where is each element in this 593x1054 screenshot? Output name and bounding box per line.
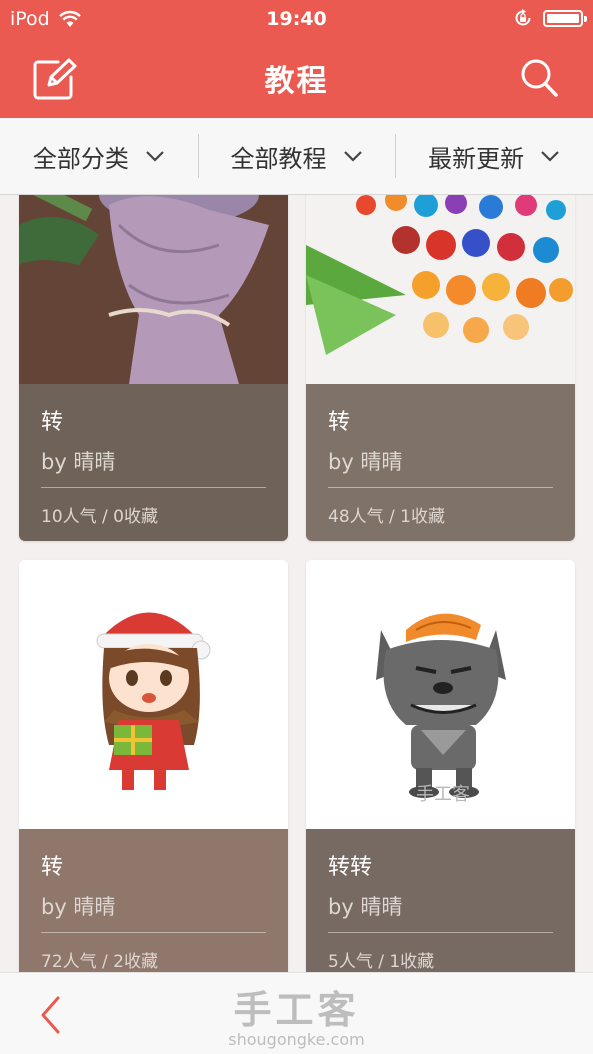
- chevron-down-icon: [343, 151, 362, 162]
- filter-bar: 全部分类 全部教程 最新更新: [0, 118, 593, 195]
- card-info: 转 by 晴晴 72人气 / 2收藏: [19, 829, 288, 972]
- card-author: by 晴晴: [328, 450, 403, 474]
- card-title: 转: [328, 410, 351, 435]
- tutorial-card[interactable]: 转 by 晴晴 48人气 / 1收藏: [306, 195, 575, 541]
- card-info: 转 by 晴晴 48人气 / 1收藏: [306, 384, 575, 541]
- card-title: 转: [41, 410, 64, 435]
- divider: [328, 932, 553, 933]
- filter-category[interactable]: 全部分类: [0, 118, 198, 194]
- filter-label: 全部分类: [32, 144, 129, 173]
- status-right: [513, 8, 587, 28]
- brand-logo: 手工客 shougongke.com: [0, 979, 593, 1049]
- tutorial-image-bouquet: [19, 195, 288, 384]
- card-stats: 72人气 / 2收藏: [41, 952, 158, 972]
- card-title: 转转: [328, 855, 373, 880]
- card-author: by 晴晴: [328, 895, 403, 919]
- logo-text-en: shougongke.com: [228, 1030, 365, 1049]
- chevron-down-icon: [541, 151, 559, 162]
- divider: [41, 932, 266, 933]
- chevron-down-icon: [146, 151, 164, 162]
- logo-text-cn: 手工客: [233, 988, 360, 1032]
- tutorial-image-quill-flowers: [306, 195, 575, 384]
- tutorial-card[interactable]: 手工客 转转 by 晴晴 5人气 / 1收藏: [306, 560, 575, 972]
- card-author: by 晴晴: [41, 895, 116, 919]
- divider: [41, 487, 266, 488]
- filter-sort[interactable]: 最新更新: [395, 118, 593, 194]
- tutorial-image-grey-wolf: 手工客: [306, 560, 575, 829]
- footer-bar: 手工客 shougongke.com: [0, 972, 593, 1054]
- app-header: iPod 19:40 教程: [0, 0, 593, 118]
- tutorial-card[interactable]: 转 by 晴晴 72人气 / 2收藏: [19, 560, 288, 972]
- filter-tutorial-type[interactable]: 全部教程: [197, 118, 396, 194]
- card-info: 转转 by 晴晴 5人气 / 1收藏: [306, 829, 575, 972]
- card-title: 转: [41, 855, 64, 880]
- card-info: 转 by 晴晴 10人气 / 0收藏: [19, 384, 288, 541]
- card-stats: 48人气 / 1收藏: [328, 507, 445, 527]
- page-title: 教程: [264, 64, 329, 99]
- filter-label: 全部教程: [230, 144, 327, 173]
- card-stats: 5人气 / 1收藏: [328, 952, 435, 972]
- tutorial-card[interactable]: 转 by 晴晴 10人气 / 0收藏: [19, 195, 288, 541]
- image-watermark: 手工客: [416, 784, 470, 805]
- tutorial-image-christmas-girl: [19, 560, 288, 829]
- card-author: by 晴晴: [41, 450, 116, 474]
- divider: [328, 487, 553, 488]
- battery-icon: [543, 9, 587, 27]
- filter-label: 最新更新: [428, 144, 525, 173]
- status-bar: iPod 19:40: [0, 0, 593, 38]
- status-time: 19:40: [266, 8, 327, 30]
- search-icon[interactable]: [519, 57, 559, 99]
- tutorial-grid: 转 by 晴晴 10人气 / 0收藏 转 by 晴晴 48人气 / 1收藏 转 …: [0, 195, 593, 972]
- card-stats: 10人气 / 0收藏: [41, 507, 158, 527]
- lock-rotation-icon: [515, 9, 531, 26]
